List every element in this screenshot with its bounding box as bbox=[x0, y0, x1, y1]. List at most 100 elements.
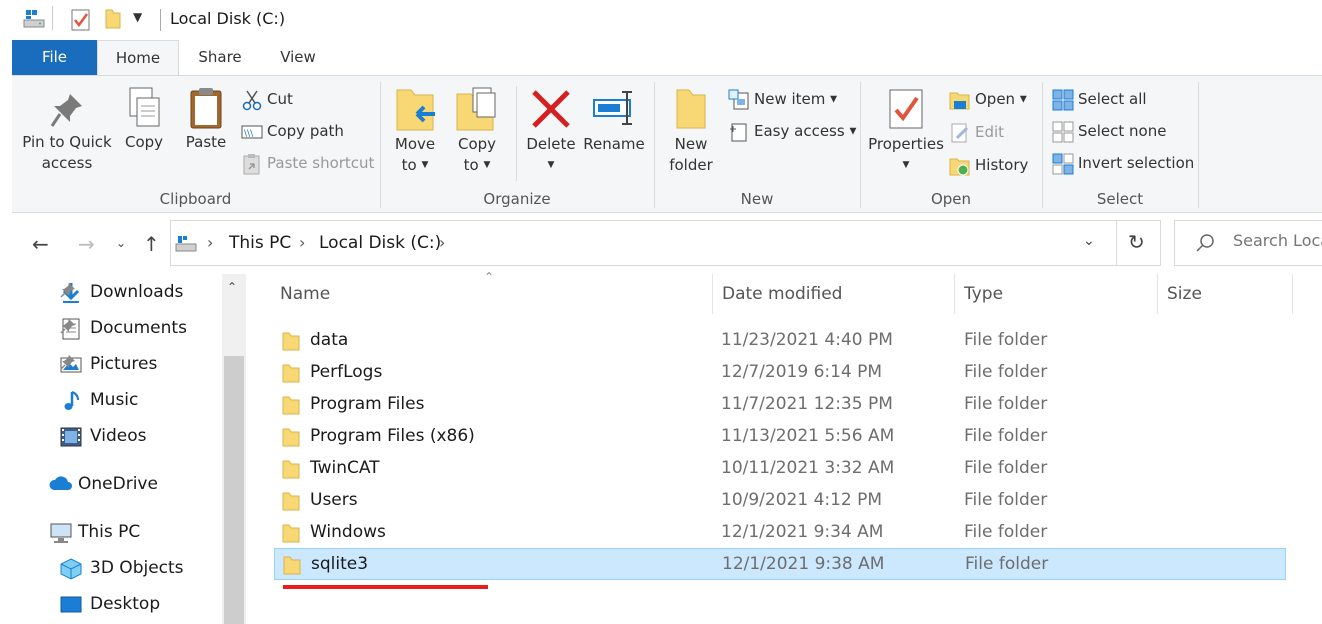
select-all-icon bbox=[1052, 89, 1074, 110]
back-arrow-icon[interactable]: ← bbox=[32, 232, 49, 256]
address-bar[interactable]: › This PC › Local Disk (C:) › ⌄ ↻ bbox=[170, 220, 1161, 266]
new-folder-icon bbox=[676, 89, 706, 129]
properties-icon[interactable] bbox=[70, 8, 92, 36]
table-row[interactable]: data 11/23/2021 4:40 PM File folder bbox=[274, 325, 1286, 357]
copy-path-button[interactable]: \\\ Copy path bbox=[241, 119, 344, 143]
up-arrow-icon[interactable]: ↑ bbox=[143, 232, 160, 256]
nav-pane-scrollbar[interactable]: ⌃ bbox=[222, 274, 246, 624]
select-none-button[interactable]: Select none bbox=[1052, 119, 1166, 143]
breadcrumb-local-disk[interactable]: Local Disk (C:) bbox=[319, 233, 441, 253]
copy-label: Copy bbox=[124, 133, 164, 151]
column-divider[interactable] bbox=[712, 274, 713, 314]
file-date: 12/7/2019 6:14 PM bbox=[721, 362, 883, 382]
folder-icon[interactable] bbox=[104, 8, 122, 34]
table-row-selected[interactable]: sqlite3 12/1/2021 9:38 AM File folder bbox=[274, 548, 1286, 580]
table-row[interactable]: PerfLogs 12/7/2019 6:14 PM File folder bbox=[274, 357, 1286, 389]
file-list: ⌃ Name Date modified Type Size data 11/2… bbox=[246, 270, 1322, 624]
new-item-label: New item bbox=[754, 90, 826, 108]
tab-share[interactable]: Share bbox=[182, 40, 258, 75]
recent-locations-chevron-icon[interactable]: ⌄ bbox=[116, 236, 126, 250]
column-divider[interactable] bbox=[954, 274, 955, 314]
move-to-label-line1: Move bbox=[394, 135, 436, 153]
column-header-type[interactable]: Type bbox=[964, 284, 1003, 304]
file-type: File folder bbox=[964, 490, 1048, 510]
select-all-label: Select all bbox=[1078, 90, 1147, 108]
drive-icon[interactable] bbox=[22, 8, 46, 34]
chevron-down-icon: ▼ bbox=[849, 126, 857, 137]
refresh-icon[interactable]: ↻ bbox=[1128, 230, 1145, 254]
open-button[interactable]: Open ▼ bbox=[949, 87, 1027, 111]
column-header-date-modified[interactable]: Date modified bbox=[722, 284, 842, 304]
search-box[interactable] bbox=[1174, 220, 1322, 266]
select-all-button[interactable]: Select all bbox=[1052, 87, 1147, 111]
tab-file[interactable]: File bbox=[12, 40, 97, 75]
properties-button[interactable]: Properties ▼ bbox=[868, 86, 944, 176]
copy-to-button[interactable]: Copy to ▼ bbox=[452, 86, 502, 176]
file-name: data bbox=[310, 330, 349, 350]
copy-path-icon: \\\ bbox=[241, 125, 263, 139]
scroll-up-chevron-icon[interactable]: ⌃ bbox=[227, 280, 237, 294]
nav-label-onedrive: OneDrive bbox=[78, 474, 158, 494]
nav-label-3d-objects: 3D Objects bbox=[90, 558, 184, 578]
file-type: File folder bbox=[964, 330, 1048, 350]
customize-dropdown-icon[interactable]: ▼ bbox=[133, 10, 142, 24]
onedrive-cloud-icon bbox=[49, 476, 72, 490]
cut-button[interactable]: Cut bbox=[241, 87, 293, 111]
copy-icon bbox=[129, 87, 160, 127]
copy-button[interactable]: Copy bbox=[116, 86, 172, 153]
column-divider[interactable] bbox=[1292, 274, 1293, 314]
new-folder-button[interactable]: New folder bbox=[664, 86, 718, 176]
invert-selection-button[interactable]: Invert selection bbox=[1052, 151, 1194, 175]
pin-to-quick-access-button[interactable]: Pin to Quick access bbox=[20, 90, 114, 174]
history-label: History bbox=[975, 156, 1029, 174]
scrollbar-thumb[interactable] bbox=[224, 356, 244, 624]
delete-button[interactable]: Delete ▼ bbox=[524, 86, 578, 176]
pin-icon[interactable] bbox=[60, 282, 76, 298]
navigation-bar: ← → ⌄ ↑ › This PC › Local Disk (C:) › ⌄ … bbox=[0, 214, 1322, 274]
group-divider bbox=[1198, 82, 1199, 208]
chevron-down-icon: ▼ bbox=[421, 160, 429, 170]
search-input[interactable] bbox=[1233, 231, 1322, 250]
tab-view[interactable]: View bbox=[262, 40, 334, 75]
folder-icon bbox=[283, 556, 301, 575]
table-row[interactable]: Users 10/9/2021 4:12 PM File folder bbox=[274, 485, 1286, 517]
breadcrumb-this-pc[interactable]: This PC bbox=[229, 233, 291, 253]
easy-access-icon bbox=[730, 123, 747, 141]
paste-shortcut-button[interactable]: Paste shortcut bbox=[241, 151, 374, 175]
new-item-button[interactable]: New item ▼ bbox=[728, 87, 837, 111]
file-name: TwinCAT bbox=[310, 458, 380, 478]
easy-access-button[interactable]: Easy access ▼ bbox=[728, 119, 856, 143]
open-label: Open bbox=[975, 90, 1016, 108]
history-button[interactable]: History bbox=[949, 153, 1028, 177]
forward-arrow-icon[interactable]: → bbox=[78, 232, 95, 256]
column-divider[interactable] bbox=[1157, 274, 1158, 314]
tab-home[interactable]: Home bbox=[97, 40, 179, 76]
table-row[interactable]: Program Files 11/7/2021 12:35 PM File fo… bbox=[274, 389, 1286, 421]
pin-icon[interactable] bbox=[60, 318, 76, 334]
title-divider bbox=[160, 9, 161, 31]
column-header-name[interactable]: Name bbox=[280, 284, 330, 304]
drive-icon bbox=[175, 235, 197, 257]
history-icon bbox=[949, 158, 970, 175]
easy-access-label: Easy access bbox=[754, 122, 845, 140]
paste-button[interactable]: Paste bbox=[180, 86, 232, 153]
sort-ascending-icon: ⌃ bbox=[484, 270, 495, 284]
breadcrumb-separator: › bbox=[207, 233, 214, 252]
edit-button[interactable]: Edit bbox=[949, 120, 1004, 144]
column-header-size[interactable]: Size bbox=[1167, 284, 1202, 304]
table-row[interactable]: Program Files (x86) 11/13/2021 5:56 AM F… bbox=[274, 421, 1286, 453]
table-row[interactable]: TwinCAT 10/11/2021 3:32 AM File folder bbox=[274, 453, 1286, 485]
folder-icon bbox=[282, 524, 300, 543]
pin-label-line1: Pin to Quick bbox=[22, 133, 112, 151]
pin-icon[interactable] bbox=[60, 354, 76, 370]
this-pc-icon bbox=[50, 523, 72, 543]
move-to-button[interactable]: Move to ▼ bbox=[390, 86, 440, 176]
file-type: File folder bbox=[964, 522, 1048, 542]
file-name: Users bbox=[310, 490, 358, 510]
table-row[interactable]: Windows 12/1/2021 9:34 AM File folder bbox=[274, 517, 1286, 549]
address-history-chevron-icon[interactable]: ⌄ bbox=[1083, 233, 1095, 249]
rename-button[interactable]: Rename bbox=[583, 86, 645, 155]
delete-label: Delete bbox=[526, 135, 576, 153]
nav-label-videos: Videos bbox=[90, 426, 147, 446]
nav-label-downloads: Downloads bbox=[90, 282, 184, 302]
